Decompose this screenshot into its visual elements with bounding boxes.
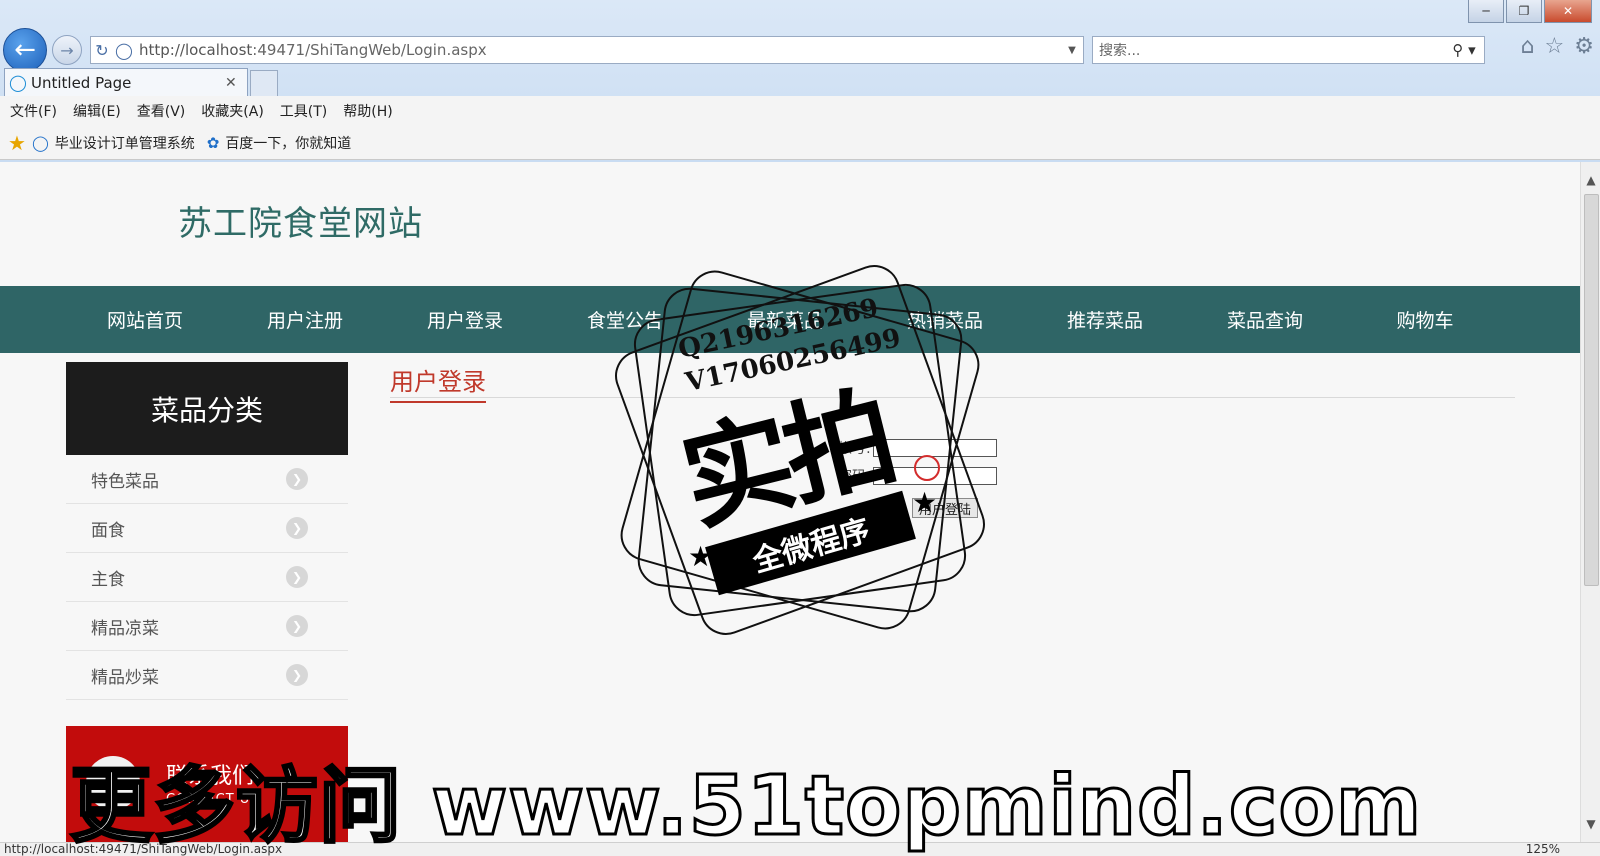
category-item[interactable]: 精品凉菜 ❯ <box>66 602 348 651</box>
window-controls: ─ ❐ ✕ <box>1468 0 1592 23</box>
close-tab-icon[interactable]: ✕ <box>225 75 247 91</box>
nav-search[interactable]: 菜品查询 <box>1185 306 1345 333</box>
chevron-right-icon: ❯ <box>286 517 308 539</box>
chevron-right-icon: ❯ <box>286 468 308 490</box>
vertical-scrollbar[interactable]: ▲ ▼ <box>1580 162 1600 842</box>
chevron-right-icon: ❯ <box>286 664 308 686</box>
gear-icon[interactable]: ⚙ <box>1574 34 1594 59</box>
menu-favorites[interactable]: 收藏夹(A) <box>201 101 264 121</box>
favorites-star-icon[interactable]: ★ <box>8 131 26 155</box>
nav-cart[interactable]: 购物车 <box>1345 306 1505 333</box>
arrow-left-icon: ← <box>14 35 36 65</box>
favorites-star-icon[interactable]: ☆ <box>1545 34 1565 59</box>
category-label: 精品凉菜 <box>91 618 159 639</box>
scroll-up-icon[interactable]: ▲ <box>1581 170 1600 190</box>
category-label: 特色菜品 <box>91 471 159 492</box>
category-heading: 菜品分类 <box>66 362 348 455</box>
close-window-button[interactable]: ✕ <box>1544 0 1592 23</box>
address-url[interactable]: http://localhost:49471/ShiTangWeb/Login.… <box>135 41 1061 59</box>
scroll-down-icon[interactable]: ▼ <box>1581 814 1600 834</box>
favorite-label: 毕业设计订单管理系统 <box>54 135 195 152</box>
browser-tab[interactable]: ◯ Untitled Page ✕ <box>4 68 248 96</box>
chevron-down-icon[interactable]: ▼ <box>1061 45 1083 56</box>
arrow-right-icon: → <box>60 40 74 60</box>
menu-edit[interactable]: 编辑(E) <box>73 101 121 121</box>
chevron-right-icon: ❯ <box>286 566 308 588</box>
category-label: 主食 <box>91 569 125 590</box>
nav-login[interactable]: 用户登录 <box>385 306 545 333</box>
menu-file[interactable]: 文件(F) <box>10 101 57 121</box>
chevron-right-icon: ❯ <box>286 615 308 637</box>
refresh-icon[interactable]: ↻ <box>91 41 113 60</box>
ie-page-icon: ◯ <box>31 133 49 152</box>
favorite-label: 百度一下，你就知道 <box>225 135 352 152</box>
minimize-button[interactable]: ─ <box>1468 0 1504 23</box>
browser-chrome: ─ ❐ ✕ ← → ↻ ◯ http://localhost:49471/Shi… <box>0 0 1600 162</box>
watermark-stamp: Q2196316269 V17060256499 实拍 全微程序 ★ ★ <box>600 250 1000 650</box>
ie-tab-icon: ◯ <box>9 73 27 92</box>
browser-tools: ⌂ ☆ ⚙ <box>1521 34 1594 59</box>
new-tab-button[interactable] <box>250 70 278 97</box>
watermark-banner: 更多访问 www.51topmind.com <box>68 759 1423 854</box>
menu-bar: 文件(F) 编辑(E) 查看(V) 收藏夹(A) 工具(T) 帮助(H) <box>0 96 1600 126</box>
back-button[interactable]: ← <box>3 28 47 72</box>
baidu-paw-icon: ✿ <box>206 133 220 152</box>
favorites-bar: ★ ◯ 毕业设计订单管理系统 ✿ 百度一下，你就知道 <box>0 126 1600 160</box>
category-item[interactable]: 主食 ❯ <box>66 553 348 602</box>
category-item[interactable]: 精品炒菜 ❯ <box>66 651 348 700</box>
forward-button[interactable]: → <box>52 35 82 65</box>
favorite-link-2[interactable]: ✿ 百度一下，你就知道 <box>207 133 352 153</box>
scroll-thumb[interactable] <box>1584 194 1599 586</box>
favorite-link-1[interactable]: ◯ 毕业设计订单管理系统 <box>32 133 195 153</box>
nav-recommended[interactable]: 推荐菜品 <box>1025 306 1185 333</box>
home-icon[interactable]: ⌂ <box>1521 34 1535 59</box>
menu-help[interactable]: 帮助(H) <box>343 101 392 121</box>
search-box[interactable]: 搜索... ⚲ ▾ <box>1092 36 1485 64</box>
restore-button[interactable]: ❐ <box>1506 0 1542 23</box>
address-bar[interactable]: ↻ ◯ http://localhost:49471/ShiTangWeb/Lo… <box>90 36 1084 64</box>
search-input[interactable]: 搜索... <box>1093 40 1444 60</box>
tab-title: Untitled Page <box>31 73 132 92</box>
url-path: :49471/ShiTangWeb/Login.aspx <box>252 41 487 59</box>
category-label: 精品炒菜 <box>91 667 159 688</box>
star-icon: ★ <box>688 540 714 573</box>
menu-view[interactable]: 查看(V) <box>137 101 186 121</box>
search-icon[interactable]: ⚲ ▾ <box>1444 41 1484 59</box>
category-label: 面食 <box>91 520 125 541</box>
site-title: 苏工院食堂网站 <box>178 204 423 244</box>
category-item[interactable]: 面食 ❯ <box>66 504 348 553</box>
category-list: 特色菜品 ❯ 面食 ❯ 主食 ❯ 精品凉菜 ❯ 精品炒菜 ❯ <box>66 455 348 700</box>
url-host: http://localhost <box>139 41 253 59</box>
menu-tools[interactable]: 工具(T) <box>280 101 327 121</box>
category-item[interactable]: 特色菜品 ❯ <box>66 455 348 504</box>
zoom-level[interactable]: 125% <box>1526 842 1560 856</box>
nav-register[interactable]: 用户注册 <box>225 306 385 333</box>
nav-home[interactable]: 网站首页 <box>65 306 225 333</box>
ie-page-icon: ◯ <box>115 40 133 60</box>
star-icon: ★ <box>912 486 938 519</box>
